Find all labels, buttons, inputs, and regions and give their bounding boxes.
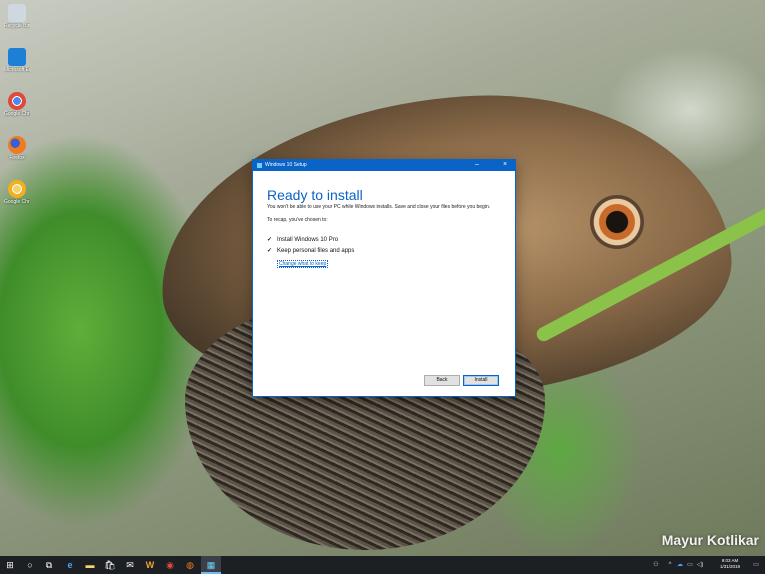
desktop-icon-label: Google Chrome	[4, 111, 30, 117]
desktop-icon-label: Recycle Bin	[4, 23, 30, 29]
windows-setup-icon: ▦	[206, 560, 216, 570]
task-view-button[interactable]: ⧉	[39, 556, 59, 574]
recap-item-label: Keep personal files and apps	[277, 248, 355, 254]
checkmark-icon: ✓	[267, 248, 273, 254]
chrome-canary-icon	[8, 180, 26, 198]
task-view-icon: ⧉	[45, 560, 53, 570]
winamp-icon: W	[145, 560, 155, 570]
onedrive-icon[interactable]: ☁	[675, 556, 685, 574]
start-button[interactable]: ⊞	[0, 556, 20, 574]
recap-item-install: ✓ Install Windows 10 Pro	[267, 236, 338, 243]
recycle-bin-icon	[8, 4, 26, 22]
change-what-to-keep-link[interactable]: Change what to keep	[277, 260, 329, 268]
desktop-icon-chrome-canary[interactable]: Google Chro...	[4, 180, 30, 218]
chrome-icon: ◉	[166, 560, 174, 570]
checkmark-icon: ✓	[267, 237, 273, 243]
close-button[interactable]: ×	[497, 160, 513, 171]
taskbar-winamp[interactable]: W	[140, 556, 160, 574]
taskbar-windows-setup[interactable]: ▦	[201, 556, 221, 574]
file-explorer-icon: ▬	[85, 560, 95, 570]
setup-app-icon	[257, 163, 262, 168]
clock-date: 1/31/2019	[719, 564, 741, 569]
taskbar-chrome[interactable]: ◉	[160, 556, 180, 574]
chrome-icon	[8, 92, 26, 110]
dialog-title: Windows 10 Setup	[265, 162, 307, 168]
recap-item-keep: ✓ Keep personal files and apps	[267, 247, 354, 254]
windows-setup-dialog: Windows 10 Setup – × Ready to install Yo…	[252, 159, 516, 397]
store-icon: 🛍	[104, 560, 116, 570]
desktop-icons: Recycle Bin Microsoft Edge Google Chrome…	[4, 4, 30, 224]
recap-item-label: Install Windows 10 Pro	[277, 237, 339, 243]
taskbar-firefox[interactable]: ◍	[180, 556, 200, 574]
volume-icon[interactable]: ◁)	[695, 556, 705, 574]
clock[interactable]: 9:03 AM 1/31/2019	[715, 558, 745, 570]
firefox-icon: ◍	[186, 560, 194, 570]
taskbar-store[interactable]: 🛍	[100, 556, 120, 574]
firefox-icon	[8, 136, 26, 154]
minimize-button[interactable]: –	[469, 160, 485, 171]
mail-icon: ✉	[126, 560, 134, 570]
edge-icon	[8, 48, 26, 66]
windows-start-icon: ⊞	[6, 560, 14, 570]
taskbar-edge[interactable]: e	[60, 556, 80, 574]
chevron-up-icon[interactable]: ^	[665, 556, 675, 574]
recap-text: To recap, you've chosen to:	[267, 217, 328, 223]
page-title: Ready to install	[267, 187, 363, 203]
desktop-icon-firefox[interactable]: Firefox	[4, 136, 30, 174]
cortana-button[interactable]: ○	[20, 556, 40, 574]
people-icon[interactable]: ⚇	[651, 556, 661, 574]
taskbar-mail[interactable]: ✉	[120, 556, 140, 574]
desktop-icon-label: Microsoft Edge	[4, 67, 30, 73]
system-tray: ⚇ ^ ☁ ▭ ◁) 9:03 AM 1/31/2019 ▭	[645, 556, 765, 574]
desktop-icon-label: Google Chro...	[4, 199, 30, 205]
desktop-icon-label: Firefox	[9, 155, 25, 161]
back-button[interactable]: Back	[424, 375, 460, 386]
desktop-icon-recycle-bin[interactable]: Recycle Bin	[4, 4, 30, 42]
edge-icon: e	[67, 560, 73, 570]
dialog-titlebar[interactable]: Windows 10 Setup – ×	[253, 160, 515, 171]
desktop-icon-edge[interactable]: Microsoft Edge	[4, 48, 30, 86]
network-icon[interactable]: ▭	[685, 556, 695, 574]
watermark: Mayur Kotlikar	[661, 532, 759, 548]
taskbar: ⊞ ○ ⧉ e ▬ 🛍 ✉ W ◉ ◍ ▦ ⚇ ^ ☁ ▭ ◁) 9:03 AM…	[0, 556, 765, 574]
cortana-icon: ○	[27, 560, 33, 570]
butterfly-eyespot	[590, 195, 644, 249]
desktop-icon-chrome[interactable]: Google Chrome	[4, 92, 30, 130]
install-description: You won't be able to use your PC while W…	[267, 204, 491, 210]
install-button[interactable]: Install	[463, 375, 499, 386]
action-center-icon[interactable]: ▭	[751, 556, 761, 574]
taskbar-file-explorer[interactable]: ▬	[80, 556, 100, 574]
